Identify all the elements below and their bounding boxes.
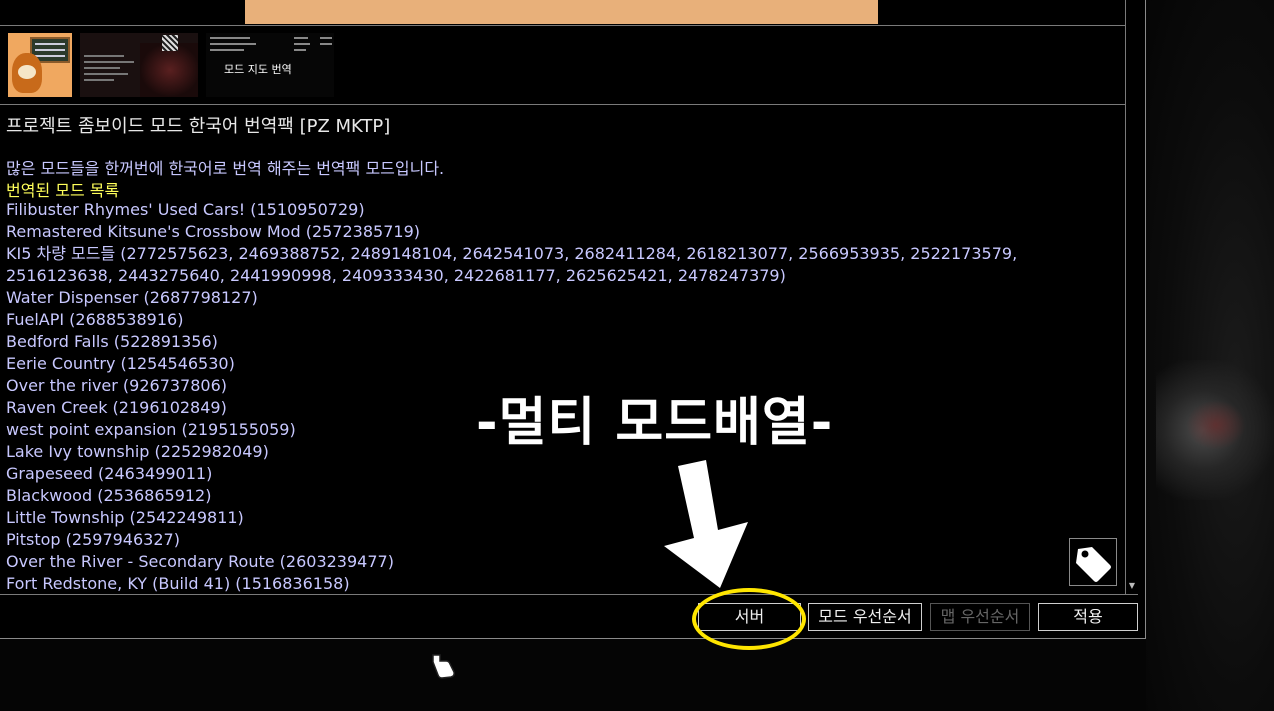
- list-item: Pitstop (2597946327): [6, 530, 180, 549]
- list-item: Remastered Kitsune's Crossbow Mod (25723…: [6, 222, 420, 241]
- list-item: Water Dispenser (2687798127): [6, 288, 258, 307]
- mod-description: 많은 모드들을 한꺼번에 한국어로 번역 해주는 번역팩 모드입니다.: [6, 159, 445, 178]
- divider: [0, 104, 1125, 105]
- list-item: KI5 차량 모드들 (2772575623, 2469388752, 2489…: [6, 244, 1018, 263]
- list-item: 2516123638, 2443275640, 2441990998, 2409…: [6, 266, 786, 285]
- list-item: Fort Redstone, KY (Build 41) (1516836158…: [6, 574, 350, 593]
- annotation-label: -멀티 모드배열-: [476, 393, 834, 453]
- map-order-button[interactable]: 맵 우선순서: [930, 603, 1030, 631]
- list-item: Bedford Falls (522891356): [6, 332, 218, 351]
- mod-poster-image: [245, 0, 878, 24]
- scrollbar[interactable]: [1126, 0, 1138, 594]
- translated-mods-heading: 번역된 모드 목록: [6, 181, 120, 200]
- apply-button[interactable]: 적용: [1038, 603, 1138, 631]
- thumbnail-caption: 모드 지도 번역: [224, 63, 292, 76]
- thumbnail-qr: [162, 35, 178, 51]
- thumbnail-2[interactable]: [80, 33, 198, 97]
- tag-icon: [1076, 547, 1111, 582]
- tag-button[interactable]: [1069, 538, 1117, 586]
- down-arrow-icon: [664, 460, 748, 588]
- highlight-circle: [692, 588, 806, 650]
- list-item: Over the River - Secondary Route (260323…: [6, 552, 394, 571]
- list-item: Filibuster Rhymes' Used Cars! (151095072…: [6, 200, 365, 219]
- background-figure-accent: [1186, 400, 1246, 450]
- scroll-down-arrow-icon[interactable]: ▼: [1127, 581, 1137, 591]
- mod-title: 프로젝트 좀보이드 모드 한국어 번역팩 [PZ MKTP]: [6, 116, 391, 137]
- list-item: Eerie Country (1254546530): [6, 354, 235, 373]
- divider: [0, 25, 1125, 26]
- thumbnail-glow: [140, 43, 198, 97]
- mod-detail-panel: 모드 지도 번역 프로젝트 좀보이드 모드 한국어 번역팩 [PZ MKTP] …: [0, 0, 1146, 639]
- list-item: FuelAPI (2688538916): [6, 310, 184, 329]
- thumbnail-fox-face: [18, 65, 36, 79]
- hand-pointer-icon: [432, 654, 455, 679]
- background-scene: [1146, 0, 1274, 711]
- list-item: Blackwood (2536865912): [6, 486, 212, 505]
- divider: [0, 594, 1138, 595]
- list-item: Little Township (2542249811): [6, 508, 244, 527]
- mod-order-button[interactable]: 모드 우선순서: [808, 603, 922, 631]
- thumbnail-3[interactable]: 모드 지도 번역: [206, 33, 334, 97]
- list-item: Grapeseed (2463499011): [6, 464, 213, 483]
- thumbnail-1[interactable]: [8, 33, 72, 97]
